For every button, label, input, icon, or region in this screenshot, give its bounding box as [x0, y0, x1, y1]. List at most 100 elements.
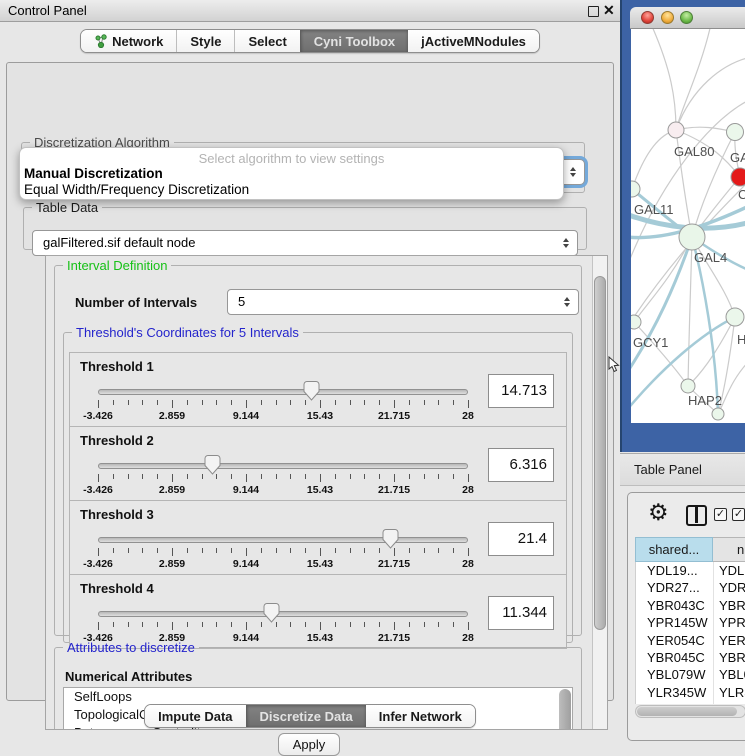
slider-thumb[interactable] [303, 381, 320, 401]
app-root: Control Panel ✕ Network Style Select Cyn… [0, 0, 745, 745]
threshold-panel: Threshold 4-3.4262.8599.14415.4321.71528… [69, 574, 567, 649]
network-node[interactable] [726, 308, 744, 326]
tick-mark [128, 548, 129, 553]
threshold-panel: Threshold 1-3.4262.8599.14415.4321.71528… [69, 352, 567, 427]
settings-vertical-scrollbar[interactable] [592, 256, 607, 729]
control-panel-titlebar: Control Panel ✕ [0, 0, 620, 22]
network-canvas[interactable]: GAL80GACGAL11GAL4GCY1HHAP2 [631, 29, 745, 423]
network-edge[interactable] [688, 317, 735, 386]
tick-label: -3.426 [83, 484, 113, 496]
tick-mark [394, 622, 395, 630]
tick-mark [290, 400, 291, 405]
slider-thumb[interactable] [382, 529, 399, 549]
tick-mark [172, 400, 173, 408]
checkbox-checked-icon[interactable]: ✓ [714, 508, 727, 521]
table-row[interactable]: YIL052CYIL0 [636, 701, 745, 704]
slider-ticks [98, 622, 468, 631]
table-row[interactable]: YLR345WYLR3 [636, 684, 745, 701]
network-edge[interactable] [632, 130, 676, 189]
network-window-titlebar[interactable] [630, 7, 745, 29]
section-legend: Threshold's Coordinates for 5 Intervals [72, 325, 303, 340]
split-columns-icon[interactable] [686, 505, 707, 526]
slider-track[interactable] [98, 463, 468, 469]
slider-tick-labels: -3.4262.8599.14415.4321.71528 [98, 484, 468, 497]
scrollbar-thumb[interactable] [594, 276, 606, 630]
table-data-combobox[interactable]: galFiltered.sif default node [32, 230, 578, 256]
network-node[interactable] [679, 224, 705, 250]
column-header-name[interactable]: n... [713, 537, 745, 562]
gear-icon[interactable]: ⚙ [648, 499, 669, 526]
tab-style[interactable]: Style [176, 30, 234, 52]
network-node[interactable] [712, 408, 724, 420]
network-node[interactable] [681, 379, 695, 393]
threshold-label: Threshold 2 [80, 433, 154, 448]
slider-thumb[interactable] [263, 603, 280, 623]
network-node[interactable] [727, 124, 744, 141]
threshold-value-field[interactable]: 14.713 [488, 374, 554, 408]
threshold-value-field[interactable]: 11.344 [488, 596, 554, 630]
slider-thumb[interactable] [204, 455, 221, 475]
network-node[interactable] [631, 315, 641, 329]
close-traffic-light[interactable] [641, 11, 654, 24]
tick-mark [424, 622, 425, 627]
tab-jactivemnodules[interactable]: jActiveMNodules [408, 30, 539, 52]
tick-mark [231, 474, 232, 479]
tick-mark [320, 474, 321, 482]
table-row[interactable]: YER054CYER0 [636, 632, 745, 649]
tab-label: Cyni Toolbox [314, 34, 395, 49]
tab-infer-network[interactable]: Infer Network [366, 705, 475, 727]
tick-label: 15.43 [307, 558, 333, 570]
network-edge[interactable] [676, 29, 711, 130]
table-row[interactable]: YBR043CYBR0 [636, 597, 745, 614]
threshold-value-field[interactable]: 21.4 [488, 522, 554, 556]
dropdown-option-equal-width[interactable]: Equal Width/Frequency Discretization [20, 182, 563, 198]
table-cell: YLR345W [636, 684, 714, 701]
table-row[interactable]: YBR045CYBR0 [636, 649, 745, 666]
tab-cyni-toolbox[interactable]: Cyni Toolbox [300, 30, 408, 52]
network-node[interactable] [731, 168, 745, 186]
zoom-traffic-light[interactable] [680, 11, 693, 24]
dropdown-option-manual[interactable]: Manual Discretization [20, 166, 563, 182]
tick-label: 15.43 [307, 410, 333, 422]
tab-label: Impute Data [158, 709, 232, 724]
network-node-label: GCY1 [633, 335, 668, 350]
table-row[interactable]: YPR145WYPR1 [636, 614, 745, 631]
network-edge[interactable] [692, 237, 735, 317]
network-node[interactable] [668, 122, 684, 138]
tick-mark [394, 548, 395, 556]
table-cell: YPR1 [714, 614, 745, 631]
checkbox-checked-icon[interactable]: ✓ [732, 508, 745, 521]
column-header-shared-name[interactable]: shared... [635, 537, 713, 562]
network-edge[interactable] [688, 237, 692, 386]
tick-mark [350, 548, 351, 553]
tick-mark [142, 474, 143, 479]
threshold-panel: Threshold 3-3.4262.8599.14415.4321.71528… [69, 500, 567, 575]
network-edge[interactable] [718, 359, 745, 414]
float-panel-icon[interactable] [588, 6, 599, 17]
network-edge[interactable] [676, 57, 745, 130]
network-edge[interactable] [651, 29, 676, 130]
tab-impute-data[interactable]: Impute Data [145, 705, 245, 727]
dropdown-placeholder-item[interactable]: Select algorithm to view settings [20, 148, 563, 166]
tab-network[interactable]: Network [81, 30, 176, 52]
threshold-value-field[interactable]: 6.316 [488, 448, 554, 482]
table-row[interactable]: YDR27...YDR2 [636, 579, 745, 596]
tick-mark [231, 622, 232, 627]
close-icon[interactable]: ✕ [603, 2, 615, 19]
tick-mark [379, 474, 380, 479]
table-horizontal-scrollbar[interactable] [635, 705, 745, 718]
minimize-traffic-light[interactable] [661, 11, 674, 24]
slider-track[interactable] [98, 611, 468, 617]
slider-ticks [98, 400, 468, 409]
tick-mark [276, 548, 277, 553]
number-of-intervals-combobox[interactable]: 5 [227, 289, 579, 315]
slider-track[interactable] [98, 537, 468, 543]
tab-select[interactable]: Select [234, 30, 299, 52]
slider-track[interactable] [98, 389, 468, 395]
scrollbar-thumb[interactable] [637, 707, 737, 716]
tab-label: Infer Network [379, 709, 462, 724]
tick-label: 9.144 [233, 558, 259, 570]
tab-discretize-data[interactable]: Discretize Data [246, 705, 366, 727]
table-row[interactable]: YBL079WYBL0 [636, 666, 745, 683]
table-row[interactable]: YDL19...YDL1 [636, 562, 745, 579]
